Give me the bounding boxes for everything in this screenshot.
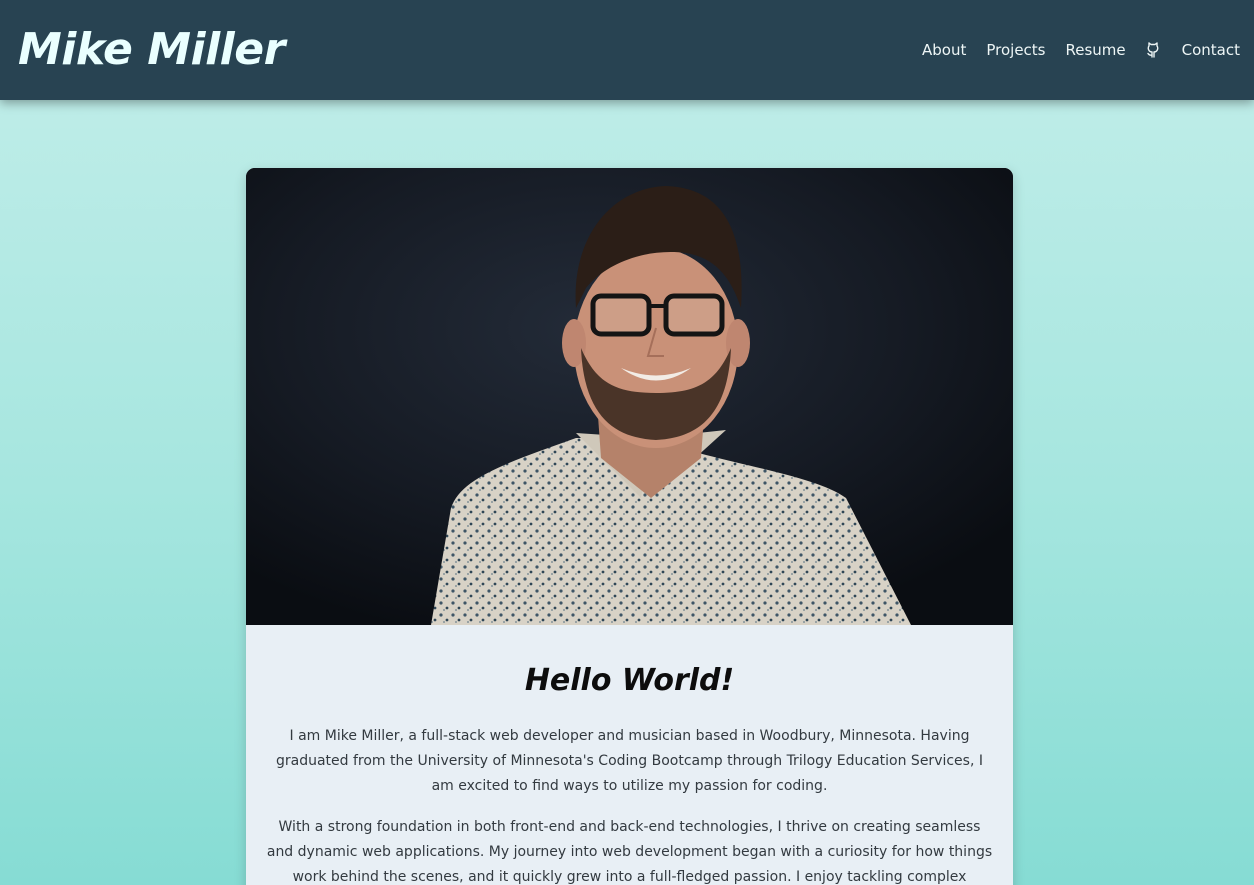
navbar: Mike Miller About Projects Resume Contac… — [0, 0, 1254, 100]
card-body: Hello World! I am Mike Miller, a full-st… — [246, 661, 1013, 885]
background-paragraph: With a strong foundation in both front-e… — [266, 819, 993, 885]
github-icon[interactable] — [1146, 41, 1162, 59]
github-icon-graphic — [1146, 42, 1159, 58]
nav-links: About Projects Resume Contact — [902, 36, 1240, 64]
nav-projects-link[interactable]: Projects — [986, 41, 1045, 59]
intro-paragraph: I am Mike Miller, a full-stack web devel… — [275, 728, 983, 794]
card-title: Hello World! — [524, 663, 735, 698]
brand-title[interactable]: Mike Miller — [18, 20, 285, 80]
about-card: Hello World! I am Mike Miller, a full-st… — [246, 168, 1013, 885]
nav-resume-link[interactable]: Resume — [1066, 41, 1126, 59]
nav-about-link[interactable]: About — [922, 41, 966, 59]
profile-photo — [246, 168, 1013, 625]
nav-contact-link[interactable]: Contact — [1182, 41, 1240, 59]
